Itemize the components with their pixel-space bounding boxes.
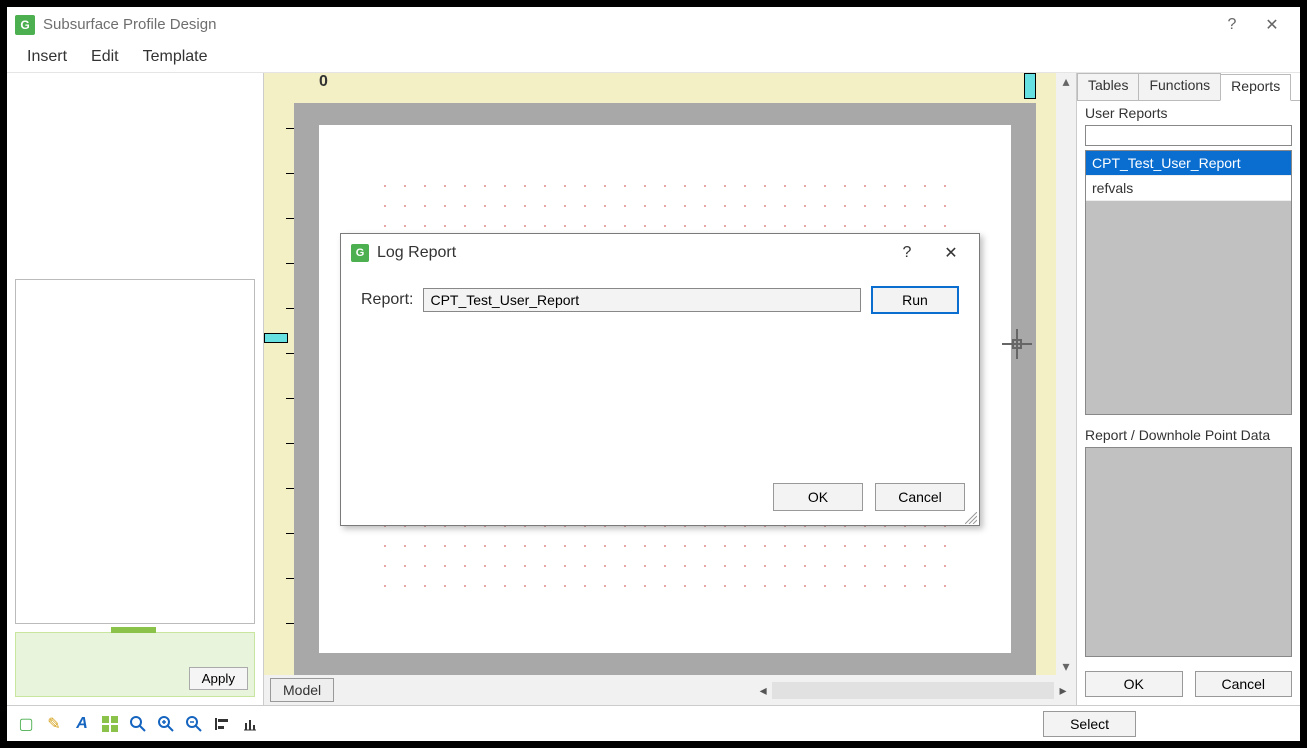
tab-reports[interactable]: Reports (1220, 74, 1291, 101)
report-form-row: Report: Run (361, 286, 959, 314)
report-filter-input[interactable] (1085, 125, 1292, 147)
model-tab[interactable]: Model (270, 678, 334, 702)
dialog-title: Log Report (377, 244, 881, 262)
window-title: Subsurface Profile Design (43, 16, 1212, 33)
run-button[interactable]: Run (871, 286, 959, 314)
ruler-vertical (264, 73, 294, 675)
log-report-dialog: G Log Report ? ✕ Report: Run OK Cancel (340, 233, 980, 526)
right-buttons: OK Cancel (1077, 665, 1300, 705)
close-button[interactable]: ✕ (1252, 10, 1292, 40)
left-panel-handle[interactable] (111, 627, 156, 633)
tool-zoom-out-icon[interactable] (183, 713, 205, 735)
ruler-horizontal: 0 (294, 73, 1036, 99)
vertical-scrollbar[interactable]: ▴ ▾ (1056, 73, 1076, 675)
left-pane: Apply (7, 73, 264, 705)
scroll-up-icon[interactable]: ▴ (1062, 73, 1069, 90)
dialog-close-button[interactable]: ✕ (933, 243, 969, 263)
tool-zoom-in-icon[interactable] (155, 713, 177, 735)
dialog-titlebar[interactable]: G Log Report ? ✕ (341, 234, 979, 272)
report-item-1[interactable]: refvals (1086, 176, 1291, 201)
scroll-down-icon[interactable]: ▾ (1062, 658, 1069, 675)
tool-chart-icon[interactable] (239, 713, 261, 735)
hscroll-track[interactable] (772, 682, 1054, 699)
left-spacer (7, 73, 263, 271)
bottom-toolbar: ▢ ✎ A Select (7, 705, 1300, 741)
dialog-app-icon: G (351, 244, 369, 262)
tool-pencil-icon[interactable]: ✎ (43, 713, 65, 735)
right-ok-button[interactable]: OK (1085, 671, 1183, 697)
scroll-left-icon[interactable]: ◂ (754, 682, 772, 699)
tool-grid-icon[interactable] (99, 713, 121, 735)
help-button[interactable]: ? (1212, 10, 1252, 40)
app-window: G Subsurface Profile Design ? ✕ Insert E… (6, 6, 1301, 742)
select-button[interactable]: Select (1043, 711, 1136, 737)
report-input[interactable] (423, 288, 861, 312)
horizontal-scrollbar[interactable]: ◂ ▸ (754, 682, 1072, 699)
user-reports-list[interactable]: CPT_Test_User_Report refvals (1085, 150, 1292, 415)
dialog-ok-button[interactable]: OK (773, 483, 863, 511)
horizontal-scroll-row: Model ◂ ▸ (264, 675, 1076, 705)
ruler-marker-right[interactable] (1024, 73, 1036, 99)
dialog-cancel-button[interactable]: Cancel (875, 483, 965, 511)
user-reports-label: User Reports (1077, 101, 1300, 125)
right-tabs: Tables Functions Reports (1077, 73, 1300, 101)
menu-template[interactable]: Template (143, 48, 208, 66)
titlebar: G Subsurface Profile Design ? ✕ (7, 7, 1300, 42)
tool-text-icon[interactable]: A (71, 713, 93, 735)
apply-button[interactable]: Apply (189, 667, 248, 690)
scroll-right-icon[interactable]: ▸ (1054, 682, 1072, 699)
point-data-list[interactable] (1085, 447, 1292, 657)
right-pane: Tables Functions Reports User Reports CP… (1076, 73, 1300, 705)
tool-align-icon[interactable] (211, 713, 233, 735)
left-preview-panel (15, 279, 255, 624)
right-cancel-button[interactable]: Cancel (1195, 671, 1293, 697)
menu-edit[interactable]: Edit (91, 48, 119, 66)
tab-tables[interactable]: Tables (1077, 73, 1139, 100)
point-data-label: Report / Downhole Point Data (1077, 423, 1300, 447)
tool-rectangle-icon[interactable]: ▢ (15, 713, 37, 735)
report-item-0[interactable]: CPT_Test_User_Report (1086, 151, 1291, 176)
dialog-footer: OK Cancel (341, 473, 979, 525)
dialog-body: Report: Run (341, 272, 979, 473)
resize-grip-icon[interactable] (965, 511, 977, 523)
tab-functions[interactable]: Functions (1138, 73, 1221, 100)
dialog-help-button[interactable]: ? (889, 244, 925, 262)
app-icon: G (15, 15, 35, 35)
ruler-marker-left[interactable] (264, 333, 288, 343)
left-footer-panel: Apply (15, 632, 255, 697)
tool-zoom-icon[interactable] (127, 713, 149, 735)
ruler-origin-label: 0 (319, 73, 328, 91)
report-label: Report: (361, 291, 413, 309)
menu-insert[interactable]: Insert (27, 48, 67, 66)
menubar: Insert Edit Template (7, 42, 1300, 73)
